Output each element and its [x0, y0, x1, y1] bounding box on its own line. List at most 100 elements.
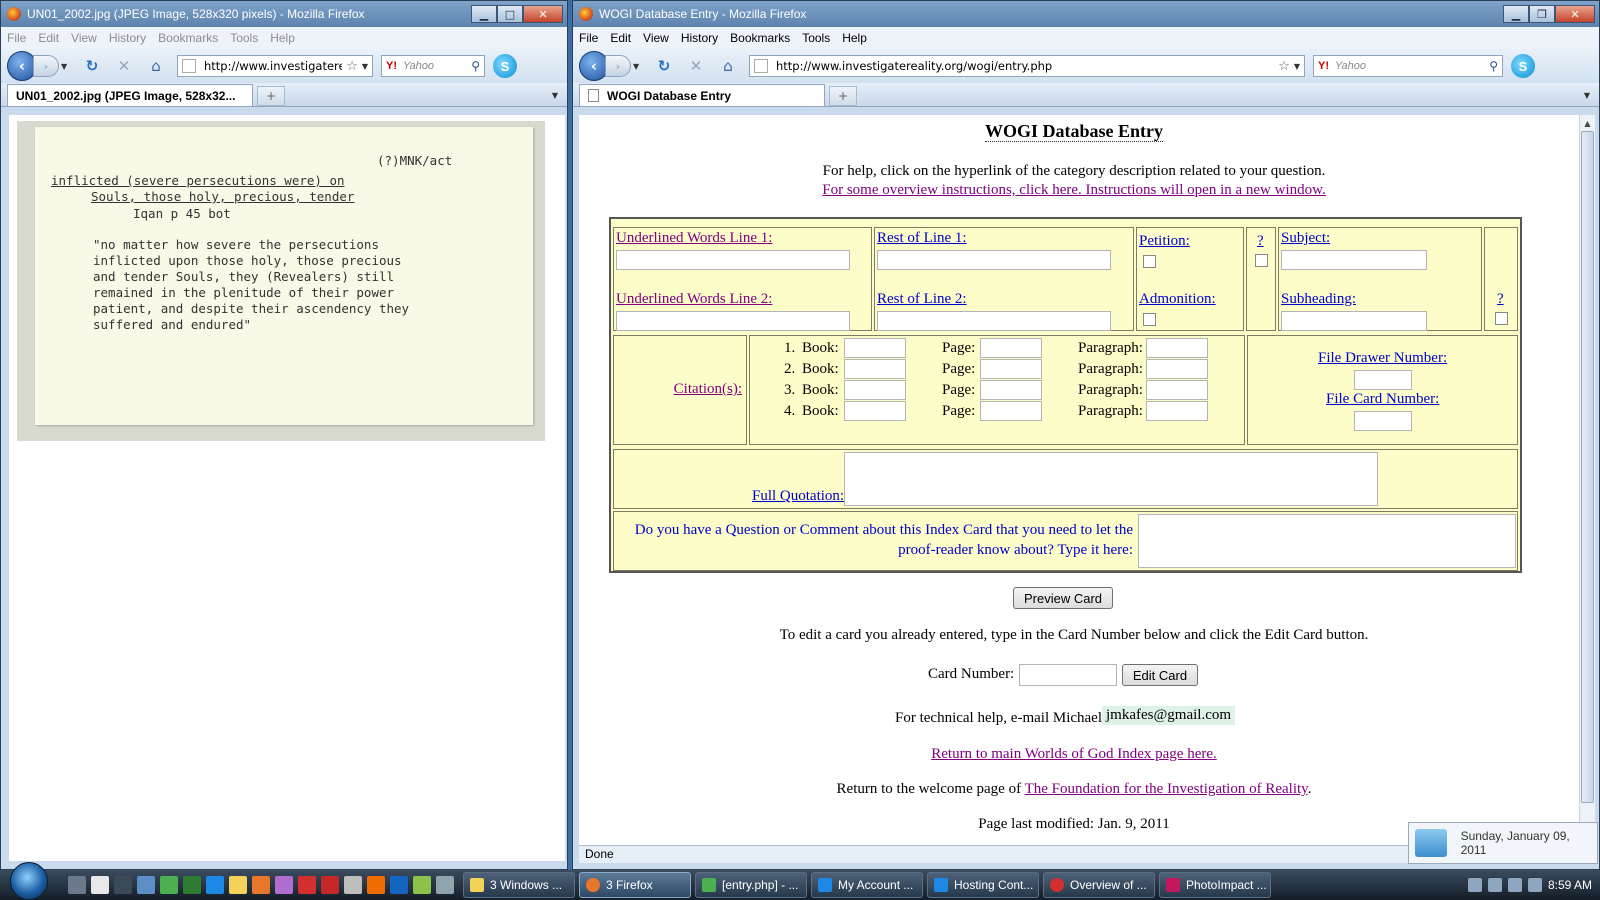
clock-time[interactable]: 8:59 AM [1548, 878, 1592, 892]
subject-label[interactable]: Subject: [1281, 230, 1330, 247]
close-button[interactable]: ✕ [1555, 5, 1595, 23]
right-url-bar[interactable]: http://www.investigatereality.org/wogi/e… [749, 55, 1305, 77]
taskbar-button[interactable]: [entry.php] - ... [695, 872, 807, 898]
search-icon[interactable]: ⚲ [1489, 59, 1498, 73]
paragraph-input[interactable] [1146, 401, 1208, 421]
quick-launch-icon[interactable] [252, 876, 270, 894]
rest-of-line-1-input[interactable] [877, 250, 1111, 270]
card-number-input[interactable] [1019, 664, 1117, 686]
foundation-link[interactable]: The Foundation for the Investigation of … [1025, 781, 1308, 797]
underlined-words-line-2-input[interactable] [616, 311, 850, 331]
menu-view[interactable]: View [71, 31, 97, 45]
url-dropdown-icon[interactable]: ▼ [1294, 62, 1300, 71]
file-card-number-label[interactable]: File Card Number: [1326, 391, 1439, 408]
menu-view[interactable]: View [643, 31, 669, 45]
menu-edit[interactable]: Edit [610, 31, 631, 45]
bookmark-star-icon[interactable]: ☆ [346, 59, 358, 74]
file-drawer-number-input[interactable] [1354, 370, 1412, 390]
quick-launch-icon[interactable] [229, 876, 247, 894]
menu-history[interactable]: History [109, 31, 146, 45]
subheading-input[interactable] [1281, 311, 1427, 331]
preview-card-button[interactable]: Preview Card [1013, 587, 1113, 609]
menu-history[interactable]: History [681, 31, 718, 45]
yahoo-icon[interactable]: Y! [386, 60, 397, 72]
menu-tools[interactable]: Tools [802, 31, 830, 45]
skype-icon[interactable]: S [493, 54, 517, 78]
scroll-up-icon[interactable]: ▲ [1580, 115, 1595, 131]
reload-icon[interactable]: ↻ [651, 55, 677, 77]
tab-list-icon[interactable]: ▼ [1579, 87, 1595, 103]
taskbar-button[interactable]: 3 Firefox [579, 872, 691, 898]
help-question-link[interactable]: ? [1257, 233, 1264, 250]
rest-of-line-2-input[interactable] [877, 311, 1111, 331]
underlined-words-line-1-input[interactable] [616, 250, 850, 270]
scroll-thumb[interactable] [1581, 131, 1594, 803]
paragraph-input[interactable] [1146, 338, 1208, 358]
rest-of-line-1-label[interactable]: Rest of Line 1: [877, 230, 967, 247]
vertical-scrollbar[interactable]: ▲ [1579, 115, 1595, 845]
book-input[interactable] [844, 359, 906, 379]
yahoo-icon[interactable]: Y! [1318, 60, 1329, 72]
subheading-checkbox[interactable] [1495, 312, 1508, 325]
subject-input[interactable] [1281, 250, 1427, 270]
menu-file[interactable]: File [579, 31, 598, 45]
history-dropdown-icon[interactable]: ▼ [633, 62, 645, 71]
right-search-bar[interactable]: Y! Yahoo ⚲ [1313, 55, 1503, 77]
quick-launch-icon[interactable] [206, 876, 224, 894]
url-dropdown-icon[interactable]: ▼ [362, 62, 368, 71]
page-input[interactable] [980, 359, 1042, 379]
book-input[interactable] [844, 380, 906, 400]
home-icon[interactable]: ⌂ [715, 55, 741, 77]
menu-tools[interactable]: Tools [230, 31, 258, 45]
petition-label[interactable]: Petition: [1139, 233, 1190, 250]
paragraph-input[interactable] [1146, 380, 1208, 400]
full-quotation-textarea[interactable] [844, 452, 1378, 506]
minimize-button[interactable]: ▁ [1503, 5, 1529, 23]
question-checkbox[interactable] [1255, 254, 1268, 267]
new-tab-button[interactable]: + [257, 86, 285, 106]
full-quotation-label[interactable]: Full Quotation: [752, 488, 844, 505]
reload-icon[interactable]: ↻ [79, 55, 105, 77]
taskbar-button[interactable]: Overview of ... [1043, 872, 1155, 898]
overview-instructions-link[interactable]: For some overview instructions, click he… [822, 182, 1326, 198]
quick-launch-icon[interactable] [413, 876, 431, 894]
history-dropdown-icon[interactable]: ▼ [61, 62, 73, 71]
page-input[interactable] [980, 380, 1042, 400]
forward-button[interactable]: › [33, 55, 59, 77]
minimize-button[interactable]: ▁ [471, 5, 497, 23]
quick-launch-icon[interactable] [68, 876, 86, 894]
search-icon[interactable]: ⚲ [471, 59, 480, 73]
rest-of-line-2-label[interactable]: Rest of Line 2: [877, 291, 967, 308]
citations-label[interactable]: Citation(s): [674, 381, 742, 398]
petition-checkbox[interactable] [1143, 255, 1156, 268]
email-address[interactable]: jmkafes@gmail.com [1102, 706, 1236, 725]
book-input[interactable] [844, 401, 906, 421]
forward-button[interactable]: › [605, 55, 631, 77]
quick-launch-icon[interactable] [137, 876, 155, 894]
quick-launch-icon[interactable] [321, 876, 339, 894]
bookmark-star-icon[interactable]: ☆ [1278, 59, 1290, 74]
volume-icon[interactable] [1527, 878, 1542, 892]
file-card-number-input[interactable] [1354, 411, 1412, 431]
tab-jpeg-image[interactable]: UN01_2002.jpg (JPEG Image, 528x32... [7, 84, 253, 106]
quick-launch-icon[interactable] [436, 876, 454, 894]
menu-file[interactable]: File [7, 31, 26, 45]
left-title-bar[interactable]: UN01_2002.jpg (JPEG Image, 528x320 pixel… [1, 1, 567, 27]
maximize-button[interactable]: □ [497, 5, 523, 23]
subheading-label[interactable]: Subheading: [1281, 291, 1356, 308]
right-title-bar[interactable]: WOGI Database Entry - Mozilla Firefox ▁ … [573, 1, 1599, 27]
stop-icon[interactable]: ✕ [683, 55, 709, 77]
taskbar-button[interactable]: 3 Windows ... [463, 872, 575, 898]
return-main-index-link[interactable]: Return to main Worlds of God Index page … [931, 746, 1217, 762]
question-comment-textarea[interactable] [1138, 514, 1516, 568]
quick-launch-icon[interactable] [367, 876, 385, 894]
admonition-label[interactable]: Admonition: [1139, 291, 1216, 308]
quick-launch-icon[interactable] [298, 876, 316, 894]
menu-bookmarks[interactable]: Bookmarks [158, 31, 218, 45]
quick-launch-icon[interactable] [390, 876, 408, 894]
close-button[interactable]: ✕ [523, 5, 563, 23]
quick-launch-icon[interactable] [160, 876, 178, 894]
menu-bookmarks[interactable]: Bookmarks [730, 31, 790, 45]
network-icon[interactable] [1507, 878, 1522, 892]
home-icon[interactable]: ⌂ [143, 55, 169, 77]
